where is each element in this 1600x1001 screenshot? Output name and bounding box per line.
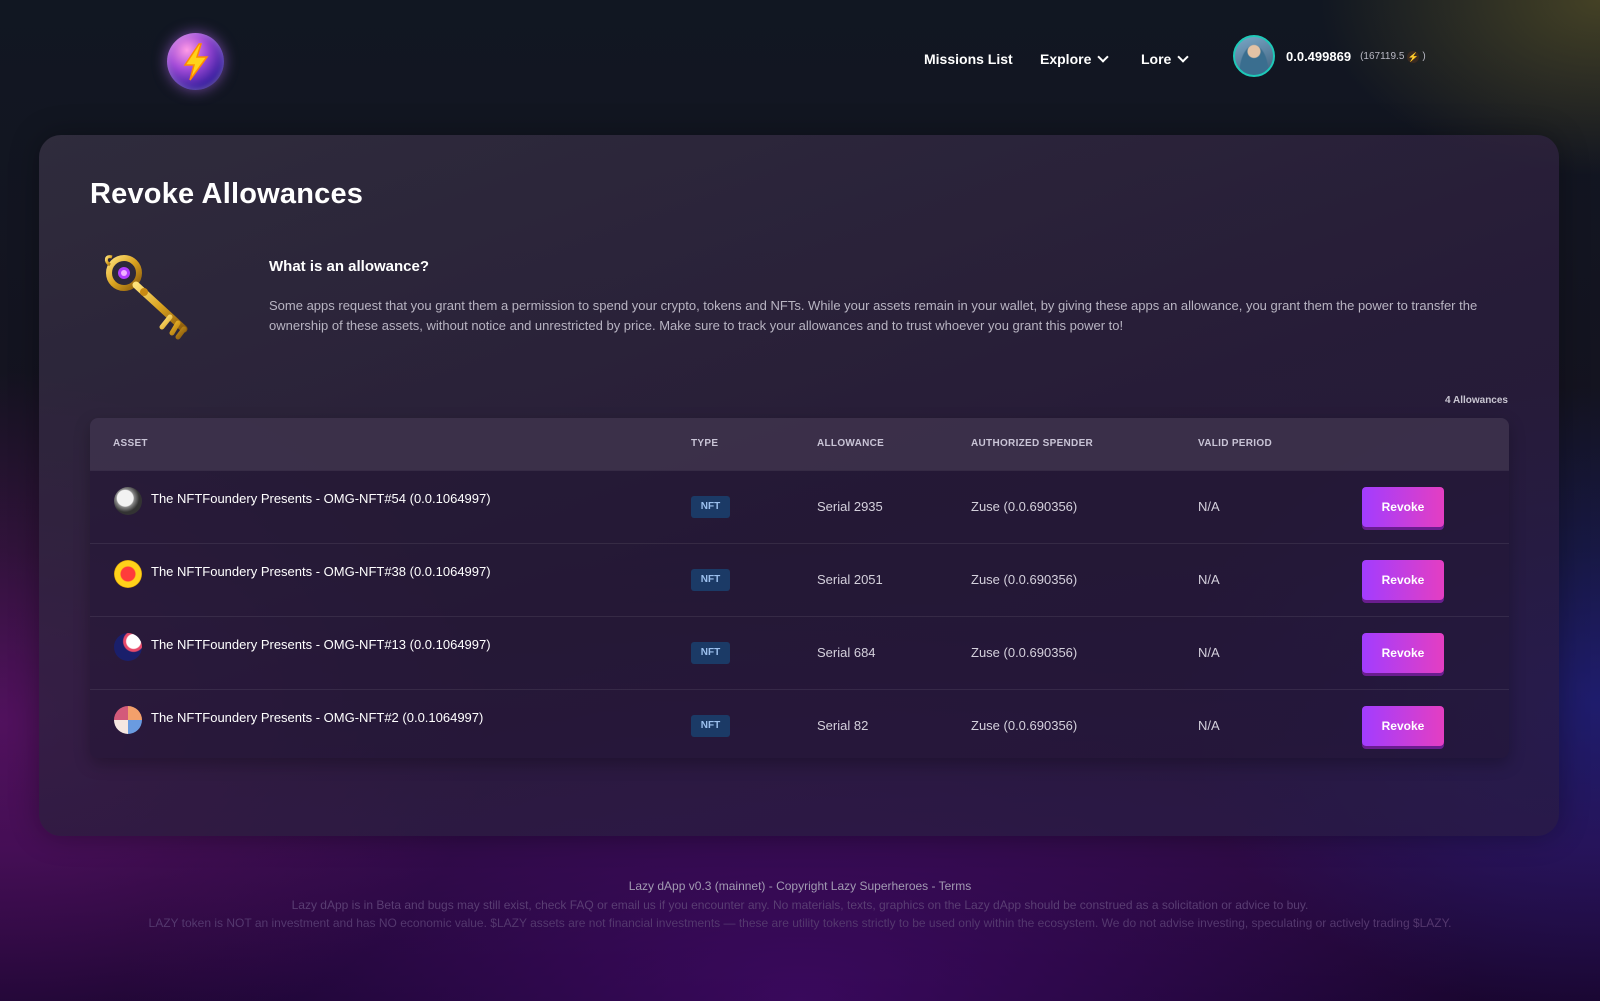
nft-thumbnail <box>114 706 142 734</box>
valid-period: N/A <box>1198 718 1220 733</box>
nav-explore-label: Explore <box>1040 51 1092 67</box>
chevron-down-icon <box>1177 51 1190 63</box>
allowance-serial: Serial 2935 <box>817 499 883 514</box>
allowance-serial: Serial 684 <box>817 645 876 660</box>
authorized-spender: Zuse (0.0.690356) <box>971 645 1078 660</box>
footer-beta-notice: Lazy dApp is in Beta and bugs may still … <box>291 898 1309 912</box>
authorized-spender: Zuse (0.0.690356) <box>971 499 1078 514</box>
column-header-allowance: ALLOWANCE <box>817 438 885 449</box>
nft-thumbnail <box>114 560 142 588</box>
table-row: The NFTFoundery Presents - OMG-NFT#38 (0… <box>90 543 1509 616</box>
column-header-spender: AUTHORIZED SPENDER <box>971 438 1094 449</box>
type-badge: NFT <box>691 642 730 664</box>
column-header-asset: ASSET <box>113 438 148 449</box>
footer-token-disclaimer: LAZY token is NOT an investment and has … <box>148 916 1452 930</box>
table-header: ASSET TYPE ALLOWANCE AUTHORIZED SPENDER … <box>90 418 1509 470</box>
nav-missions-list[interactable]: Missions List <box>924 48 1013 70</box>
account-id: 0.0.499869 <box>1286 49 1352 64</box>
authorized-spender: Zuse (0.0.690356) <box>971 718 1078 733</box>
table-row: The NFTFoundery Presents - OMG-NFT#2 (0.… <box>90 689 1509 758</box>
table-row: The NFTFoundery Presents - OMG-NFT#54 (0… <box>90 470 1509 543</box>
column-header-type: TYPE <box>691 438 719 449</box>
allowance-serial: Serial 82 <box>817 718 869 733</box>
asset-name: The NFTFoundery Presents - OMG-NFT#2 (0.… <box>151 710 484 725</box>
lightning-icon: ⚡ <box>1407 50 1420 63</box>
asset-name: The NFTFoundery Presents - OMG-NFT#13 (0… <box>151 637 491 652</box>
lazy-balance-value: (167119.5 <box>1360 51 1405 62</box>
revoke-button[interactable]: Revoke <box>1362 706 1444 746</box>
revoke-button[interactable]: Revoke <box>1362 560 1444 600</box>
lazy-balance: (167119.5 ⚡ ) <box>1360 50 1426 63</box>
avatar[interactable] <box>1233 35 1275 77</box>
type-badge: NFT <box>691 569 730 591</box>
authorized-spender: Zuse (0.0.690356) <box>971 572 1078 587</box>
valid-period: N/A <box>1198 499 1220 514</box>
account-info[interactable]: 0.0.499869 (167119.5 ⚡ ) <box>1286 49 1426 64</box>
asset-name: The NFTFoundery Presents - OMG-NFT#54 (0… <box>151 491 491 506</box>
asset-name: The NFTFoundery Presents - OMG-NFT#38 (0… <box>151 564 491 579</box>
info-heading: What is an allowance? <box>269 258 430 275</box>
allowance-count: 4 Allowances <box>1445 395 1508 406</box>
valid-period: N/A <box>1198 572 1220 587</box>
allowance-serial: Serial 2051 <box>817 572 883 587</box>
table-row: The NFTFoundery Presents - OMG-NFT#13 (0… <box>90 616 1509 689</box>
revoke-button[interactable]: Revoke <box>1362 633 1444 673</box>
page-title: Revoke Allowances <box>90 178 364 210</box>
lazy-balance-close: ) <box>1422 51 1426 62</box>
lazy-logo[interactable] <box>167 33 224 90</box>
valid-period: N/A <box>1198 645 1220 660</box>
nav-missions-list-label: Missions List <box>924 51 1013 67</box>
footer-copyright: Lazy dApp v0.3 (mainnet) - Copyright Laz… <box>628 879 972 893</box>
chevron-down-icon <box>1097 51 1110 63</box>
nav-lore-label: Lore <box>1141 51 1172 67</box>
type-badge: NFT <box>691 715 730 737</box>
column-header-valid-period: VALID PERIOD <box>1198 438 1272 449</box>
revoke-button[interactable]: Revoke <box>1362 487 1444 527</box>
nav-explore[interactable]: Explore <box>1040 48 1110 70</box>
nav-lore[interactable]: Lore <box>1141 48 1190 70</box>
type-badge: NFT <box>691 496 730 518</box>
lightning-logo-icon <box>183 42 208 80</box>
allowances-table: ASSET TYPE ALLOWANCE AUTHORIZED SPENDER … <box>90 418 1509 758</box>
nft-thumbnail <box>114 633 142 661</box>
key-illustration-icon <box>104 255 188 340</box>
info-text: Some apps request that you grant them a … <box>269 298 1478 333</box>
nft-thumbnail <box>114 487 142 515</box>
